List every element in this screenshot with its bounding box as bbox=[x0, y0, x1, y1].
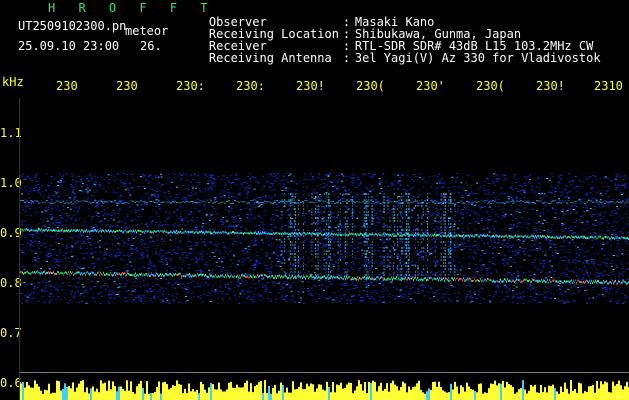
info-label: Receiving Antenna bbox=[208, 51, 332, 65]
spectrogram-plot bbox=[20, 173, 629, 304]
time-tick-label: 230 bbox=[116, 79, 138, 93]
time-tick-label: 230( bbox=[356, 79, 385, 93]
info-row-antenna: Receiving Antenna:3el Yagi(V) Az 330 for… bbox=[180, 40, 601, 76]
datetime-label: 25.09.10 23:00 bbox=[18, 39, 120, 53]
time-tick-label: 230 bbox=[56, 79, 78, 93]
time-tick-label: 230! bbox=[536, 79, 565, 93]
signal-level-bar bbox=[20, 380, 629, 400]
time-tick-label: 230( bbox=[476, 79, 505, 93]
time-axis: 230 230 230: 230: 230! 230( 230' 230( 23… bbox=[0, 79, 629, 97]
time-tick-label: 2310 bbox=[594, 79, 623, 93]
time-tick-label: 230! bbox=[296, 79, 325, 93]
time-tick-label: 230: bbox=[176, 79, 205, 93]
filename-label: UT2509102300.pn bbox=[18, 19, 127, 33]
time-tick-label: 230: bbox=[236, 79, 265, 93]
meteor-label: meteor bbox=[125, 24, 169, 38]
count-label: 26. bbox=[140, 39, 162, 53]
plot-baseline bbox=[20, 372, 629, 373]
info-value: 3el Yagi(V) Az 330 for Vladivostok bbox=[354, 51, 601, 65]
time-tick-label: 230' bbox=[416, 79, 445, 93]
info-separator: : bbox=[342, 51, 351, 65]
